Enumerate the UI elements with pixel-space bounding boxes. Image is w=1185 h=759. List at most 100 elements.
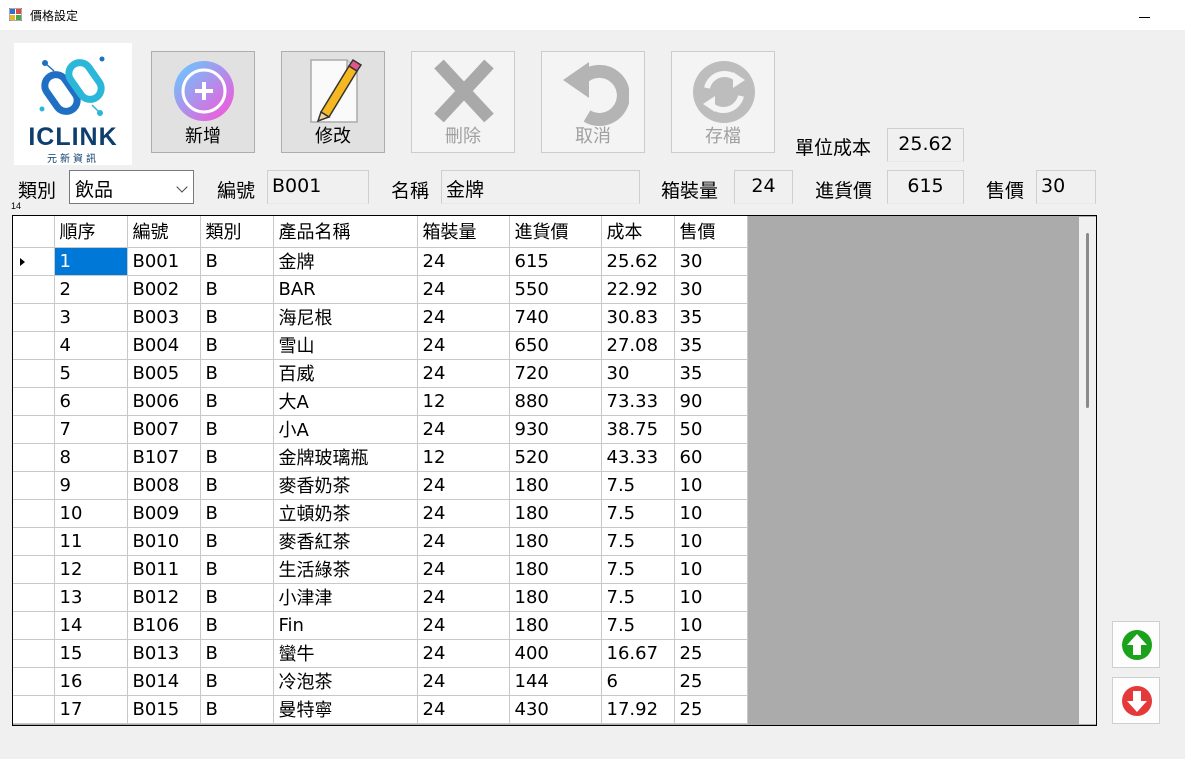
table-cell[interactable]: 24 — [417, 667, 510, 696]
table-cell[interactable]: 小津津 — [273, 583, 418, 612]
table-cell[interactable]: BAR — [273, 275, 418, 304]
table-cell[interactable]: 15 — [54, 639, 128, 668]
move-down-button[interactable] — [1112, 677, 1160, 724]
pack-qty-field[interactable]: 24 — [734, 170, 793, 204]
row-header[interactable] — [13, 695, 55, 724]
code-field[interactable]: B001 — [267, 170, 369, 204]
table-row[interactable]: 13 B012 B 小津津 24 180 7.5 10 — [13, 583, 748, 612]
table-cell[interactable]: 7.5 — [601, 611, 675, 640]
table-cell[interactable]: 43.33 — [601, 443, 675, 472]
table-row[interactable]: 6 B006 B 大A 12 880 73.33 90 — [13, 387, 748, 416]
table-cell[interactable]: B014 — [127, 667, 201, 696]
table-cell[interactable]: 12 — [417, 443, 510, 472]
table-cell[interactable]: 650 — [509, 331, 602, 360]
table-cell[interactable]: Fin — [273, 611, 418, 640]
column-header[interactable]: 成本 — [601, 216, 675, 248]
table-cell[interactable]: 180 — [509, 583, 602, 612]
table-cell[interactable]: 24 — [417, 555, 510, 584]
row-header[interactable] — [13, 471, 55, 500]
table-cell[interactable]: 60 — [674, 443, 748, 472]
table-cell[interactable]: B — [200, 611, 274, 640]
table-cell[interactable]: 金牌 — [273, 247, 418, 276]
table-cell[interactable]: 6 — [601, 667, 675, 696]
table-row[interactable]: 12 B011 B 生活綠茶 24 180 7.5 10 — [13, 555, 748, 584]
table-cell[interactable]: 24 — [417, 611, 510, 640]
table-row[interactable]: 8 B107 B 金牌玻璃瓶 12 520 43.33 60 — [13, 443, 748, 472]
table-cell[interactable]: 5 — [54, 359, 128, 388]
table-cell[interactable]: 2 — [54, 275, 128, 304]
table-cell[interactable]: 35 — [674, 303, 748, 332]
table-row[interactable]: 3 B003 B 海尼根 24 740 30.83 35 — [13, 303, 748, 332]
table-cell[interactable]: 180 — [509, 499, 602, 528]
table-cell[interactable]: 180 — [509, 611, 602, 640]
column-header[interactable]: 類別 — [200, 216, 274, 248]
table-cell[interactable]: 520 — [509, 443, 602, 472]
table-cell[interactable]: 海尼根 — [273, 303, 418, 332]
table-cell[interactable]: 13 — [54, 583, 128, 612]
table-cell[interactable]: B003 — [127, 303, 201, 332]
table-cell[interactable]: 720 — [509, 359, 602, 388]
table-cell[interactable]: B015 — [127, 695, 201, 724]
table-cell[interactable]: 24 — [417, 527, 510, 556]
table-cell[interactable]: 7.5 — [601, 583, 675, 612]
table-cell[interactable]: B — [200, 387, 274, 416]
table-cell[interactable]: 35 — [674, 359, 748, 388]
table-cell[interactable]: B012 — [127, 583, 201, 612]
table-cell[interactable]: B — [200, 499, 274, 528]
table-cell[interactable]: 9 — [54, 471, 128, 500]
column-header[interactable]: 順序 — [54, 216, 128, 248]
table-cell[interactable]: 24 — [417, 583, 510, 612]
table-cell[interactable]: 1 — [54, 247, 128, 276]
table-cell[interactable]: 16 — [54, 667, 128, 696]
delete-button[interactable]: 刪除 — [411, 51, 515, 153]
table-cell[interactable]: 麥香紅茶 — [273, 527, 418, 556]
scrollbar-thumb[interactable] — [1086, 233, 1089, 408]
table-cell[interactable]: B — [200, 443, 274, 472]
table-cell[interactable]: 12 — [54, 555, 128, 584]
table-cell[interactable]: B — [200, 695, 274, 724]
table-cell[interactable]: 73.33 — [601, 387, 675, 416]
row-header[interactable] — [13, 527, 55, 556]
row-header[interactable] — [13, 359, 55, 388]
table-cell[interactable]: 小A — [273, 415, 418, 444]
table-cell[interactable]: 16.67 — [601, 639, 675, 668]
table-row[interactable]: 9 B008 B 麥香奶茶 24 180 7.5 10 — [13, 471, 748, 500]
row-header[interactable] — [13, 499, 55, 528]
row-header[interactable] — [13, 443, 55, 472]
table-cell[interactable]: 7.5 — [601, 527, 675, 556]
table-row[interactable]: 4 B004 B 雪山 24 650 27.08 35 — [13, 331, 748, 360]
row-header[interactable] — [13, 555, 55, 584]
vertical-scrollbar[interactable] — [1079, 217, 1096, 724]
table-cell[interactable]: B — [200, 331, 274, 360]
table-cell[interactable]: 930 — [509, 415, 602, 444]
table-cell[interactable]: 蠻牛 — [273, 639, 418, 668]
table-cell[interactable]: 10 — [54, 499, 128, 528]
table-cell[interactable]: 24 — [417, 275, 510, 304]
table-cell[interactable]: 7.5 — [601, 499, 675, 528]
row-header[interactable] — [13, 247, 55, 276]
table-row[interactable]: 11 B010 B 麥香紅茶 24 180 7.5 10 — [13, 527, 748, 556]
table-cell[interactable]: B007 — [127, 415, 201, 444]
column-header[interactable]: 產品名稱 — [273, 216, 418, 248]
table-cell[interactable]: 麥香奶茶 — [273, 471, 418, 500]
table-cell[interactable]: 24 — [417, 471, 510, 500]
table-row[interactable]: 5 B005 B 百威 24 720 30 35 — [13, 359, 748, 388]
table-cell[interactable]: B011 — [127, 555, 201, 584]
table-row[interactable]: 14 B106 B Fin 24 180 7.5 10 — [13, 611, 748, 640]
table-row[interactable]: 10 B009 B 立頓奶茶 24 180 7.5 10 — [13, 499, 748, 528]
unit-cost-field[interactable]: 25.62 — [887, 128, 964, 162]
table-cell[interactable]: 27.08 — [601, 331, 675, 360]
table-cell[interactable]: 24 — [417, 359, 510, 388]
table-cell[interactable]: 3 — [54, 303, 128, 332]
row-header[interactable] — [13, 303, 55, 332]
table-cell[interactable]: B002 — [127, 275, 201, 304]
cancel-button[interactable]: 取消 — [541, 51, 645, 153]
table-cell[interactable]: 180 — [509, 527, 602, 556]
table-cell[interactable]: 400 — [509, 639, 602, 668]
sale-price-field[interactable]: 30 — [1036, 170, 1096, 204]
row-header[interactable] — [13, 275, 55, 304]
table-cell[interactable]: B013 — [127, 639, 201, 668]
table-cell[interactable]: 24 — [417, 695, 510, 724]
table-cell[interactable]: 立頓奶茶 — [273, 499, 418, 528]
table-cell[interactable]: B — [200, 583, 274, 612]
